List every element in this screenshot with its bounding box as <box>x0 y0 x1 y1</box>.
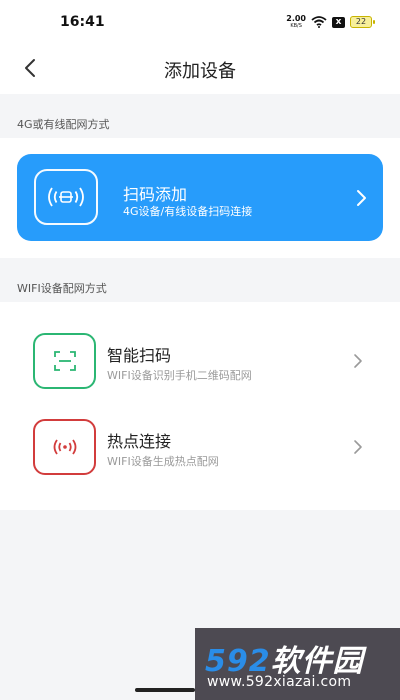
watermark-url: www.592xiazai.com <box>207 674 352 690</box>
page-title: 添加设备 <box>164 61 236 82</box>
sim-status-icon: x <box>332 16 345 28</box>
app-header: 添加设备 <box>0 44 400 94</box>
section-label-wifi: WIFI设备配网方式 <box>17 282 107 295</box>
section-label-4g: 4G或有线配网方式 <box>17 118 110 131</box>
list-item-title: 热点连接 <box>107 432 172 451</box>
list-item-smart-scan[interactable]: 智能扫码 WIFI设备识别手机二维码配网 <box>0 328 400 408</box>
chevron-right-icon <box>357 190 366 206</box>
status-time: 16:41 <box>60 14 105 30</box>
list-item-subtitle: WIFI设备识别手机二维码配网 <box>107 369 252 382</box>
scan-add-title: 扫码添加 <box>123 185 188 204</box>
network-speed-unit: KB/S <box>290 23 302 29</box>
status-icons: 2.00 KB/S x 22 <box>286 15 375 29</box>
scan-add-card[interactable]: 扫码添加 4G设备/有线设备扫码连接 <box>17 154 383 241</box>
network-speed: 2.00 KB/S <box>286 15 306 29</box>
chevron-right-icon <box>354 354 362 368</box>
scan-add-subtitle: 4G设备/有线设备扫码连接 <box>123 205 253 218</box>
scan-frame-icon <box>33 333 96 389</box>
list-item-subtitle: WIFI设备生成热点配网 <box>107 455 219 468</box>
list-item-title: 智能扫码 <box>107 346 172 365</box>
network-speed-value: 2.00 <box>286 14 306 23</box>
status-bar: 16:41 2.00 KB/S x 22 <box>0 0 400 44</box>
list-item-hotspot[interactable]: 热点连接 WIFI设备生成热点配网 <box>0 414 400 494</box>
watermark-592: 592软件园 www.592xiazai.com <box>195 628 400 700</box>
battery-icon: 22 <box>350 16 375 28</box>
chevron-right-icon <box>354 440 362 454</box>
home-indicator[interactable] <box>135 688 195 692</box>
wifi-signal-icon <box>311 16 327 28</box>
scan-signal-icon <box>34 169 98 225</box>
hotspot-icon <box>33 419 96 475</box>
